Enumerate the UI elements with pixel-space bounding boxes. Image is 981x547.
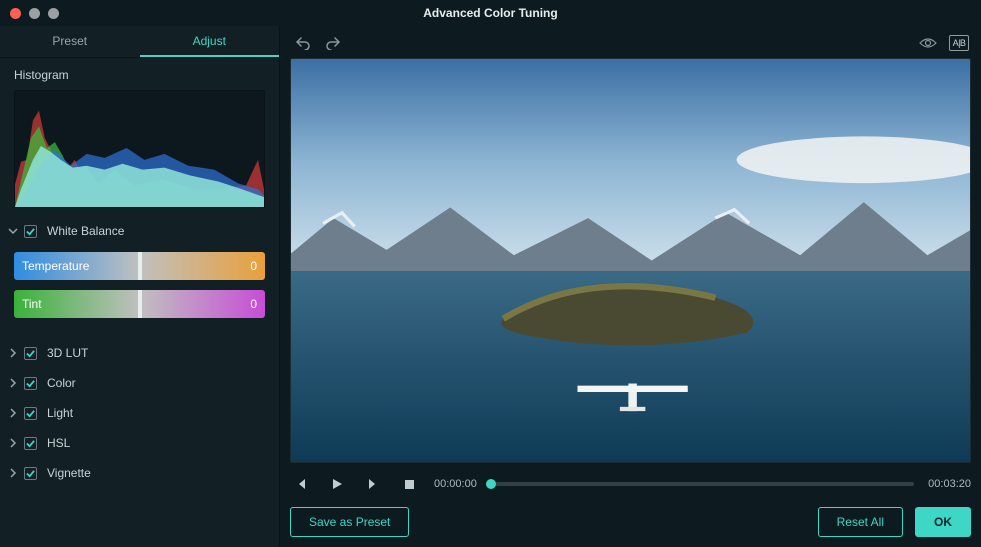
group-label: Vignette [47,466,91,480]
checkbox-white-balance[interactable] [24,225,37,238]
compare-ab-button[interactable]: A|B [949,35,969,51]
tab-adjust[interactable]: Adjust [140,26,280,57]
preview-toolbar: A|B [290,32,971,58]
next-frame-button[interactable] [362,473,384,495]
group-label: HSL [47,436,70,450]
undo-button[interactable] [292,32,314,54]
checkbox-vignette[interactable] [24,467,37,480]
chevron-right-icon [8,378,18,388]
checkbox-color[interactable] [24,377,37,390]
current-time: 00:00:00 [434,478,477,490]
chevron-right-icon [8,408,18,418]
eye-icon [919,37,937,49]
scrubber[interactable] [491,482,914,486]
ok-button[interactable]: OK [915,507,971,537]
checkbox-3d-lut[interactable] [24,347,37,360]
chevron-right-icon [8,348,18,358]
transport: 00:00:00 00:03:20 [290,463,971,497]
slider-value: 0 [250,297,257,311]
group-white-balance[interactable]: White Balance [0,216,279,246]
group-vignette[interactable]: Vignette [0,458,279,488]
stop-button[interactable] [398,473,420,495]
preview-viewport[interactable] [290,58,971,463]
duration: 00:03:20 [928,478,971,490]
group-label: Light [47,406,73,420]
close-window-icon[interactable] [10,8,21,19]
prev-frame-button[interactable] [290,473,312,495]
redo-icon [325,36,341,50]
stop-icon [404,479,415,490]
slider-thumb-icon[interactable] [138,290,142,318]
play-button[interactable] [326,473,348,495]
group-light[interactable]: Light [0,398,279,428]
titlebar: Advanced Color Tuning [0,0,981,26]
window-controls [10,8,59,19]
minimize-window-icon[interactable] [29,8,40,19]
group-color[interactable]: Color [0,368,279,398]
tab-preset[interactable]: Preset [0,26,140,57]
save-preset-button[interactable]: Save as Preset [290,507,409,537]
content: A|B [280,26,981,547]
toggle-preview-button[interactable] [917,32,939,54]
histogram [14,90,265,208]
slider-label: Temperature [22,259,89,273]
step-forward-icon [367,478,379,490]
play-icon [331,478,343,490]
group-hsl[interactable]: HSL [0,428,279,458]
sidebar: Preset Adjust Histogram White Balance [0,26,280,547]
redo-button[interactable] [322,32,344,54]
group-3d-lut[interactable]: 3D LUT [0,338,279,368]
slider-thumb-icon[interactable] [138,252,142,280]
histogram-title: Histogram [0,58,279,90]
undo-icon [295,36,311,50]
chevron-right-icon [8,468,18,478]
checkbox-hsl[interactable] [24,437,37,450]
chevron-right-icon [8,438,18,448]
tabs: Preset Adjust [0,26,279,58]
zoom-window-icon[interactable] [48,8,59,19]
group-label: White Balance [47,224,124,238]
slider-label: Tint [22,297,42,311]
window-title: Advanced Color Tuning [0,6,981,20]
slider-value: 0 [250,259,257,273]
footer: Save as Preset Reset All OK [290,497,971,537]
slider-tint[interactable]: Tint 0 [14,290,265,318]
playhead-icon[interactable] [486,479,496,489]
chevron-down-icon [8,226,18,236]
step-back-icon [295,478,307,490]
reset-all-button[interactable]: Reset All [818,507,903,537]
slider-temperature[interactable]: Temperature 0 [14,252,265,280]
group-label: Color [47,376,76,390]
checkbox-light[interactable] [24,407,37,420]
group-label: 3D LUT [47,346,88,360]
